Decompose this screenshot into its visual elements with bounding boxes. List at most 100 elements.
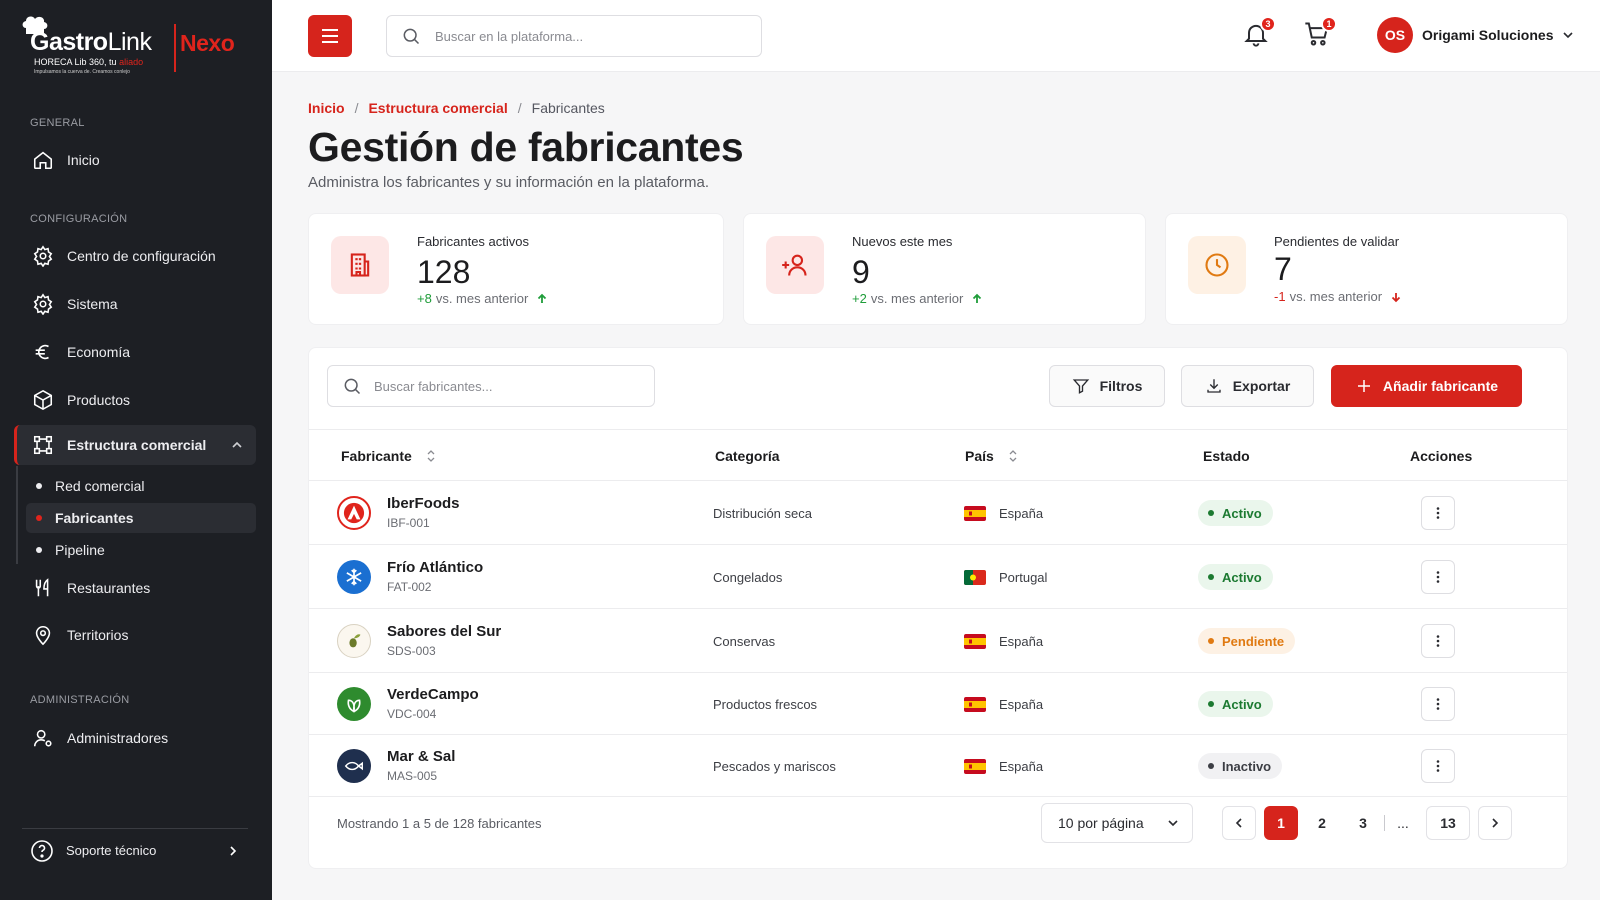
column-label: Fabricante (341, 448, 412, 464)
notifications-button[interactable]: 3 (1242, 16, 1276, 50)
status-dot (1208, 638, 1214, 644)
hierarchy-icon (33, 435, 53, 455)
page-button-1[interactable]: 1 (1264, 806, 1298, 840)
status-label: Activo (1222, 569, 1262, 585)
subitem-red-comercial[interactable]: Red comercial (26, 471, 256, 501)
chevron-right-icon (1492, 818, 1499, 828)
row-actions-button[interactable] (1421, 496, 1455, 530)
breadcrumb-section[interactable]: Estructura comercial (368, 100, 507, 116)
table-row[interactable]: Mar & Sal MAS-005 Pescados y mariscos Es… (309, 735, 1567, 797)
arrow-up-icon (973, 293, 982, 303)
pagination-ellipsis: ... (1397, 815, 1409, 831)
topbar: Buscar en la plataforma... 3 1 OS Origam… (272, 0, 1600, 72)
manufacturer-name[interactable]: VerdeCampo (387, 686, 479, 703)
page-button-last[interactable]: 13 (1426, 806, 1470, 840)
pagination-summary: Mostrando 1 a 5 de 128 fabricantes (337, 816, 542, 831)
next-page-button[interactable] (1478, 806, 1512, 840)
clock-icon (1188, 236, 1246, 294)
table-row[interactable]: Sabores del Sur SDS-003 Conservas España… (309, 609, 1567, 673)
manufacturer-country: España (999, 506, 1044, 521)
column-pais[interactable]: País (965, 448, 1018, 464)
brand-name-accent: Nexo (180, 30, 235, 56)
column-label: Categoría (715, 448, 780, 464)
sidebar-item-label: Inicio (67, 152, 100, 168)
search-icon (344, 378, 361, 395)
sidebar-item-label: Territorios (67, 627, 129, 643)
add-manufacturer-button[interactable]: Añadir fabricante (1331, 365, 1522, 407)
chevron-up-icon[interactable] (230, 438, 244, 452)
chevron-right-icon (230, 845, 237, 856)
sidebar-item-productos[interactable]: Productos (14, 380, 256, 420)
row-actions-button[interactable] (1421, 749, 1455, 783)
breadcrumb-home[interactable]: Inicio (308, 100, 345, 116)
stat-trend: -1 vs. mes anterior (1274, 289, 1402, 304)
brand-logo[interactable]: GastroLink Nexo HORECA Lib 360, tu aliad… (18, 14, 248, 78)
sidebar-item-territorios[interactable]: Territorios (14, 615, 256, 655)
subitem-fabricantes[interactable]: Fabricantes (26, 503, 256, 533)
bullet-icon (36, 547, 42, 553)
manufacturer-search-input[interactable]: Buscar fabricantes... (327, 365, 655, 407)
sidebar-item-economia[interactable]: Economía (14, 332, 256, 372)
table-row[interactable]: IberFoods IBF-001 Distribución seca Espa… (309, 481, 1567, 545)
breadcrumb-current: Fabricantes (531, 100, 605, 116)
pagination-divider (1384, 815, 1385, 831)
brand-tagline: HORECA Lib 360, tu (34, 57, 117, 67)
page-button-3[interactable]: 3 (1346, 806, 1380, 840)
sidebar-item-centro[interactable]: Centro de configuración (14, 236, 256, 276)
settings-icon (33, 245, 53, 267)
manufacturer-category: Congelados (713, 570, 783, 585)
row-actions-button[interactable] (1421, 560, 1455, 594)
section-config: CONFIGURACIÓN (30, 213, 128, 225)
sidebar-item-inicio[interactable]: Inicio (14, 140, 256, 180)
subitem-pipeline[interactable]: Pipeline (26, 535, 256, 565)
export-button[interactable]: Exportar (1181, 365, 1314, 407)
filters-label: Filtros (1099, 378, 1143, 394)
user-name: Origami Soluciones (1422, 27, 1554, 43)
cart-button[interactable]: 1 (1303, 16, 1337, 50)
add-manufacturer-label: Añadir fabricante (1382, 378, 1499, 394)
column-fabricante[interactable]: Fabricante (341, 448, 436, 464)
row-actions-button[interactable] (1421, 687, 1455, 721)
support-link[interactable]: Soporte técnico (22, 828, 248, 872)
menu-toggle-button[interactable] (308, 15, 352, 57)
spain-flag-icon (964, 634, 986, 649)
status-dot (1208, 574, 1214, 580)
manufacturer-country: Portugal (999, 570, 1048, 585)
sidebar-item-administradores[interactable]: Administradores (14, 718, 256, 758)
manufacturer-category: Productos frescos (713, 697, 818, 712)
global-search-placeholder: Buscar en la plataforma... (435, 28, 584, 44)
sidebar-item-sistema[interactable]: Sistema (14, 284, 256, 324)
notifications-badge: 3 (1260, 16, 1276, 32)
sidebar-item-estructura[interactable]: Estructura comercial (14, 425, 256, 465)
more-vertical-icon (1436, 698, 1440, 710)
leaf-logo-icon (337, 687, 371, 721)
manufacturer-category: Distribución seca (713, 506, 812, 521)
support-label: Soporte técnico (66, 843, 157, 858)
global-search-input[interactable]: Buscar en la plataforma... (386, 15, 762, 57)
portugal-flag-icon (964, 570, 986, 585)
sidebar-item-restaurantes[interactable]: Restaurantes (14, 568, 256, 608)
prev-page-button[interactable] (1222, 806, 1256, 840)
table-row[interactable]: VerdeCampo VDC-004 Productos frescos Esp… (309, 673, 1567, 735)
manufacturer-name[interactable]: Sabores del Sur (387, 623, 501, 640)
per-page-select[interactable]: 10 por página (1041, 803, 1193, 843)
sort-icon (427, 450, 435, 462)
subitem-label: Red comercial (55, 478, 145, 494)
stat-label: Fabricantes activos (417, 234, 529, 249)
stat-card-pendientes: Pendientes de validar 7 -1 vs. mes anter… (1165, 213, 1568, 325)
sidebar-item-label: Sistema (67, 296, 118, 312)
brand-tagline-small: Impulsamos la cuerva de. Creamos conlejo (34, 69, 130, 75)
home-icon (33, 151, 53, 170)
manufacturer-name[interactable]: IberFoods (387, 495, 460, 512)
help-circle-icon (31, 839, 53, 862)
filters-button[interactable]: Filtros (1049, 365, 1165, 407)
location-pin-icon (35, 625, 51, 646)
manufacturers-panel: Buscar fabricantes... Filtros Exportar A… (308, 347, 1568, 869)
page-button-2[interactable]: 2 (1305, 806, 1339, 840)
row-actions-button[interactable] (1421, 624, 1455, 658)
spain-flag-icon (964, 506, 986, 521)
manufacturer-name[interactable]: Frío Atlántico (387, 559, 483, 576)
table-row[interactable]: Frío Atlántico FAT-002 Congelados Portug… (309, 545, 1567, 609)
manufacturer-name[interactable]: Mar & Sal (387, 748, 455, 765)
user-menu[interactable]: OS Origami Soluciones (1377, 17, 1575, 53)
